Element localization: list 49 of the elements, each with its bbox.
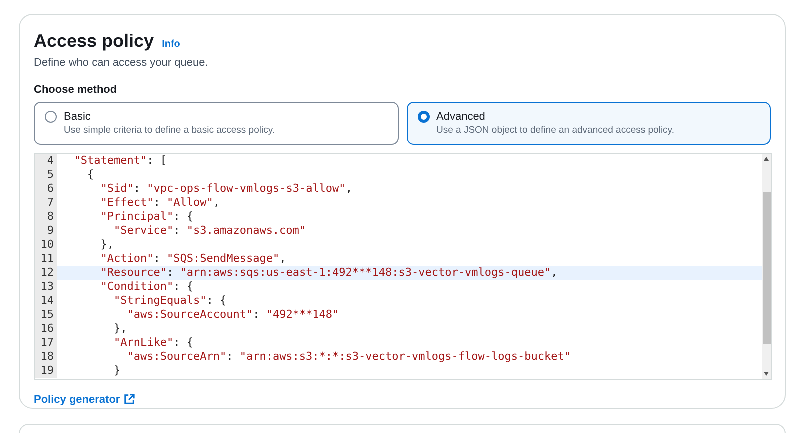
- panel-title: Access policy: [34, 30, 154, 53]
- code-editor[interactable]: [34, 153, 772, 380]
- line-number: 14: [35, 294, 57, 308]
- line-number: 15: [35, 308, 57, 322]
- method-label: Choose method: [34, 82, 118, 98]
- option-description: Use simple criteria to define a basic access policy.: [64, 124, 276, 137]
- code-line: "Condition": {: [100, 280, 194, 294]
- line-number: 9: [35, 224, 57, 238]
- code-line: "Effect": "Allow",: [100, 196, 221, 210]
- radio-button[interactable]: [45, 111, 57, 123]
- method-option[interactable]: Advanced Use a JSON object to define an advanced access policy.: [406, 102, 771, 145]
- line-number: 5: [35, 168, 57, 182]
- line-number: 4: [35, 154, 57, 168]
- line-number: 8: [35, 210, 57, 224]
- external-link-icon: [124, 394, 136, 406]
- code-line: {: [86, 168, 96, 182]
- info-link[interactable]: Info: [162, 37, 180, 52]
- code-line: "Action": "SQS:SendMessage",: [100, 252, 288, 266]
- panel-description: Define who can access your queue.: [34, 56, 210, 71]
- line-number: 19: [35, 364, 57, 378]
- code-line: "Service": "s3.amazonaws.com": [112, 224, 308, 238]
- code-line: "Statement": [: [73, 154, 168, 168]
- code-line: "Principal": {: [100, 210, 194, 224]
- code-line: "Sid": "vpc-ops-flow-vmlogs-s3-allow",: [100, 182, 354, 196]
- scroll-up-icon[interactable]: [764, 157, 769, 161]
- option-label: Advanced: [436, 110, 486, 124]
- policy-generator-link[interactable]: Policy generator: [34, 392, 120, 408]
- option-label: Basic: [64, 110, 92, 124]
- code-line: "aws:SourceAccount": "492***148": [126, 308, 340, 322]
- line-number: 18: [35, 350, 57, 364]
- line-number: 10: [35, 238, 57, 252]
- code-line: },: [100, 238, 115, 252]
- line-number: 11: [35, 252, 57, 266]
- line-number: 6: [35, 182, 57, 196]
- code-line: "ArnLike": {: [112, 336, 194, 350]
- scrollbar[interactable]: [762, 154, 771, 378]
- line-number: 16: [35, 322, 57, 336]
- code-line: "StringEquals": {: [112, 294, 228, 308]
- radio-button[interactable]: [418, 111, 430, 123]
- code-line: },: [112, 322, 128, 336]
- code-line: "aws:SourceArn": "arn:aws:s3:*:*:s3-vector-vmlogs-flow-logs-bucket": [126, 350, 572, 364]
- line-number: 13: [35, 280, 57, 294]
- option-description: Use a JSON object to define an advanced access policy.: [436, 124, 674, 137]
- scroll-down-icon[interactable]: [764, 372, 769, 376]
- code-line: }: [112, 364, 122, 378]
- line-number: 12: [35, 266, 57, 280]
- line-number: 7: [35, 196, 57, 210]
- method-option[interactable]: Basic Use simple criteria to define a basic access policy.: [34, 102, 398, 145]
- line-number: 17: [35, 336, 57, 350]
